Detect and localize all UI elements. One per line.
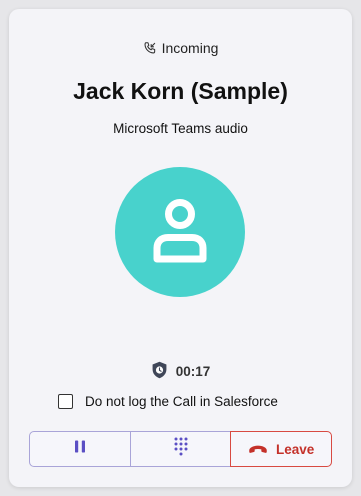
call-panel: Incoming Jack Korn (Sample) Microsoft Te… [9,9,352,487]
person-icon [140,190,220,275]
audio-source-label: Microsoft Teams audio [113,121,248,136]
dialpad-button[interactable] [130,431,231,467]
dialpad-icon [174,437,188,461]
call-status: Incoming [9,40,352,56]
call-timer: 00:17 [9,361,352,382]
pause-icon [74,440,86,458]
leave-button[interactable]: Leave [230,431,333,467]
incoming-call-icon [143,41,157,55]
call-status-label: Incoming [161,40,219,56]
leave-label: Leave [276,441,315,457]
hold-button[interactable] [29,431,131,467]
do-not-log-option[interactable]: Do not log the Call in Salesforce [58,394,278,409]
do-not-log-checkbox[interactable] [58,394,73,409]
hang-up-icon [248,442,268,457]
do-not-log-label: Do not log the Call in Salesforce [85,394,278,409]
caller-name: Jack Korn (Sample) [73,78,288,104]
call-duration: 00:17 [175,364,211,379]
call-controls: Leave [29,431,333,467]
shield-clock-icon [151,361,168,382]
avatar [115,167,245,297]
